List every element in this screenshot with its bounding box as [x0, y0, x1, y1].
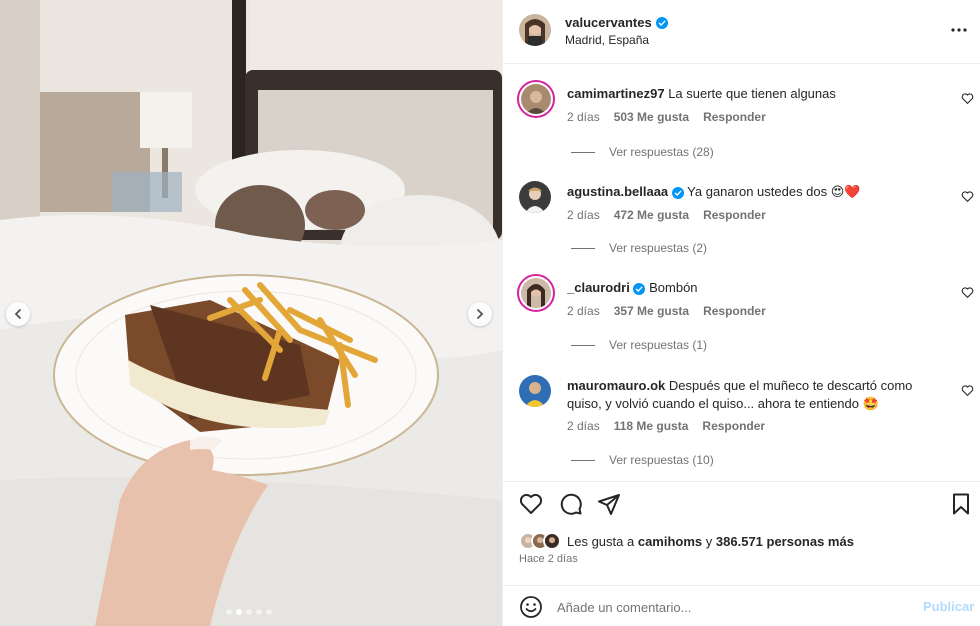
author-username[interactable]: valucervantes — [565, 15, 652, 30]
likes-text: Les gusta a camihoms y 386.571 personas … — [567, 534, 854, 549]
replies-divider — [571, 247, 595, 249]
next-photo-button[interactable] — [468, 302, 492, 326]
bookmark-icon[interactable] — [949, 492, 973, 516]
comment-reply-button[interactable]: Responder — [702, 419, 765, 433]
like-heart-icon[interactable] — [519, 492, 543, 516]
author-username-row[interactable]: valucervantes — [565, 15, 668, 30]
likes-connector: y — [705, 533, 713, 549]
post-location[interactable]: Madrid, España — [565, 33, 649, 47]
comment-meta: 2 días 503 Me gusta Responder — [567, 110, 766, 124]
liker-avatar — [543, 532, 561, 550]
comment-username[interactable]: _claurodri — [567, 280, 630, 295]
view-replies-button[interactable]: Ver respuestas (2) — [571, 241, 707, 255]
post-comment-button[interactable]: Publicar — [923, 599, 974, 614]
comment-likes[interactable]: 357 Me gusta — [614, 304, 689, 318]
likes-user-link[interactable]: camihoms — [638, 534, 702, 549]
comment-text: Bombón — [649, 280, 698, 295]
comment-meta: 2 días 357 Me gusta Responder — [567, 304, 766, 318]
comment-avatar[interactable] — [517, 80, 555, 118]
comment-time[interactable]: 2 días — [567, 419, 600, 433]
author-avatar[interactable] — [519, 14, 551, 46]
comment-time[interactable]: 2 días — [567, 208, 600, 222]
chevron-right-icon — [477, 309, 484, 319]
comment-avatar-image — [521, 278, 551, 308]
comment-body: mauromauro.ok Después que el muñeco te d… — [567, 377, 927, 413]
comment-avatar-image — [519, 181, 551, 213]
view-replies-button[interactable]: Ver respuestas (10) — [571, 453, 714, 467]
comment-meta: 2 días 118 Me gusta Responder — [567, 419, 765, 433]
comment-reply-button[interactable]: Responder — [703, 208, 766, 222]
view-replies-button[interactable]: Ver respuestas (1) — [571, 338, 707, 352]
replies-divider — [571, 151, 595, 153]
comment-reply-button[interactable]: Responder — [703, 304, 766, 318]
replies-divider — [571, 459, 595, 461]
likes-prefix: Les gusta a — [567, 533, 635, 549]
comment-avatar-image — [521, 84, 551, 114]
comment-bubble-icon[interactable] — [559, 492, 583, 516]
comment-avatar[interactable] — [519, 375, 551, 407]
comment-text: Ya ganaron ustedes dos 😍❤️ — [687, 184, 861, 199]
carousel-dot — [256, 609, 262, 615]
comment-time[interactable]: 2 días — [567, 304, 600, 318]
comment-time[interactable]: 2 días — [567, 110, 600, 124]
comment-likes[interactable]: 472 Me gusta — [614, 208, 689, 222]
carousel-dot — [246, 609, 252, 615]
comment-username[interactable]: camimartinez97 — [567, 86, 665, 101]
verified-badge-icon — [655, 16, 668, 29]
heart-icon[interactable] — [961, 384, 974, 397]
comment-input[interactable] — [557, 596, 897, 618]
verified-badge-icon — [671, 186, 684, 199]
comment-body: _claurodri Bombón — [567, 279, 927, 297]
comment-username[interactable]: mauromauro.ok — [567, 378, 665, 393]
carousel-indicator — [226, 609, 272, 615]
view-replies-label[interactable]: Ver respuestas (2) — [609, 241, 707, 255]
comment-body: agustina.bellaaa Ya ganaron ustedes dos … — [567, 183, 927, 201]
comment-avatar[interactable] — [517, 274, 555, 312]
heart-icon[interactable] — [961, 92, 974, 105]
post-timestamp[interactable]: Hace 2 días — [519, 553, 578, 565]
post-sidebar: valucervantes Madrid, España camimartine… — [502, 0, 980, 626]
post-modal: valucervantes Madrid, España camimartine… — [0, 0, 980, 626]
view-replies-label[interactable]: Ver respuestas (28) — [609, 145, 714, 159]
previous-photo-button[interactable] — [6, 302, 30, 326]
post-actions: Les gusta a camihoms y 386.571 personas … — [503, 481, 980, 585]
view-replies-label[interactable]: Ver respuestas (10) — [609, 453, 714, 467]
post-photo[interactable] — [0, 0, 502, 626]
replies-divider — [571, 344, 595, 346]
comment-likes[interactable]: 118 Me gusta — [614, 419, 689, 433]
chevron-left-icon — [14, 309, 21, 319]
more-options-icon[interactable] — [949, 20, 969, 40]
comment-avatar-image — [519, 375, 551, 407]
likes-others-link[interactable]: 386.571 personas más — [716, 534, 854, 549]
heart-icon[interactable] — [961, 190, 974, 203]
post-header: valucervantes Madrid, España — [503, 0, 980, 64]
author-avatar-image — [519, 14, 551, 46]
comment-username[interactable]: agustina.bellaaa — [567, 184, 668, 199]
carousel-dot-active — [236, 609, 242, 615]
carousel-dot — [266, 609, 272, 615]
comment-meta: 2 días 472 Me gusta Responder — [567, 208, 766, 222]
heart-icon[interactable] — [961, 286, 974, 299]
emoji-icon[interactable] — [519, 595, 543, 619]
view-replies-button[interactable]: Ver respuestas (28) — [571, 145, 714, 159]
comment-reply-button[interactable]: Responder — [703, 110, 766, 124]
comment-text: La suerte que tienen algunas — [668, 86, 836, 101]
share-send-icon[interactable] — [597, 492, 621, 516]
view-replies-label[interactable]: Ver respuestas (1) — [609, 338, 707, 352]
comment-likes[interactable]: 503 Me gusta — [614, 110, 689, 124]
comment-avatar[interactable] — [519, 181, 551, 213]
add-comment-bar: Publicar — [503, 585, 980, 626]
comment-body: camimartinez97 La suerte que tienen algu… — [567, 85, 927, 103]
verified-badge-icon — [633, 282, 646, 295]
likes-summary: Les gusta a camihoms y 386.571 personas … — [519, 532, 854, 550]
photo-image — [0, 0, 502, 626]
carousel-dot — [226, 609, 232, 615]
